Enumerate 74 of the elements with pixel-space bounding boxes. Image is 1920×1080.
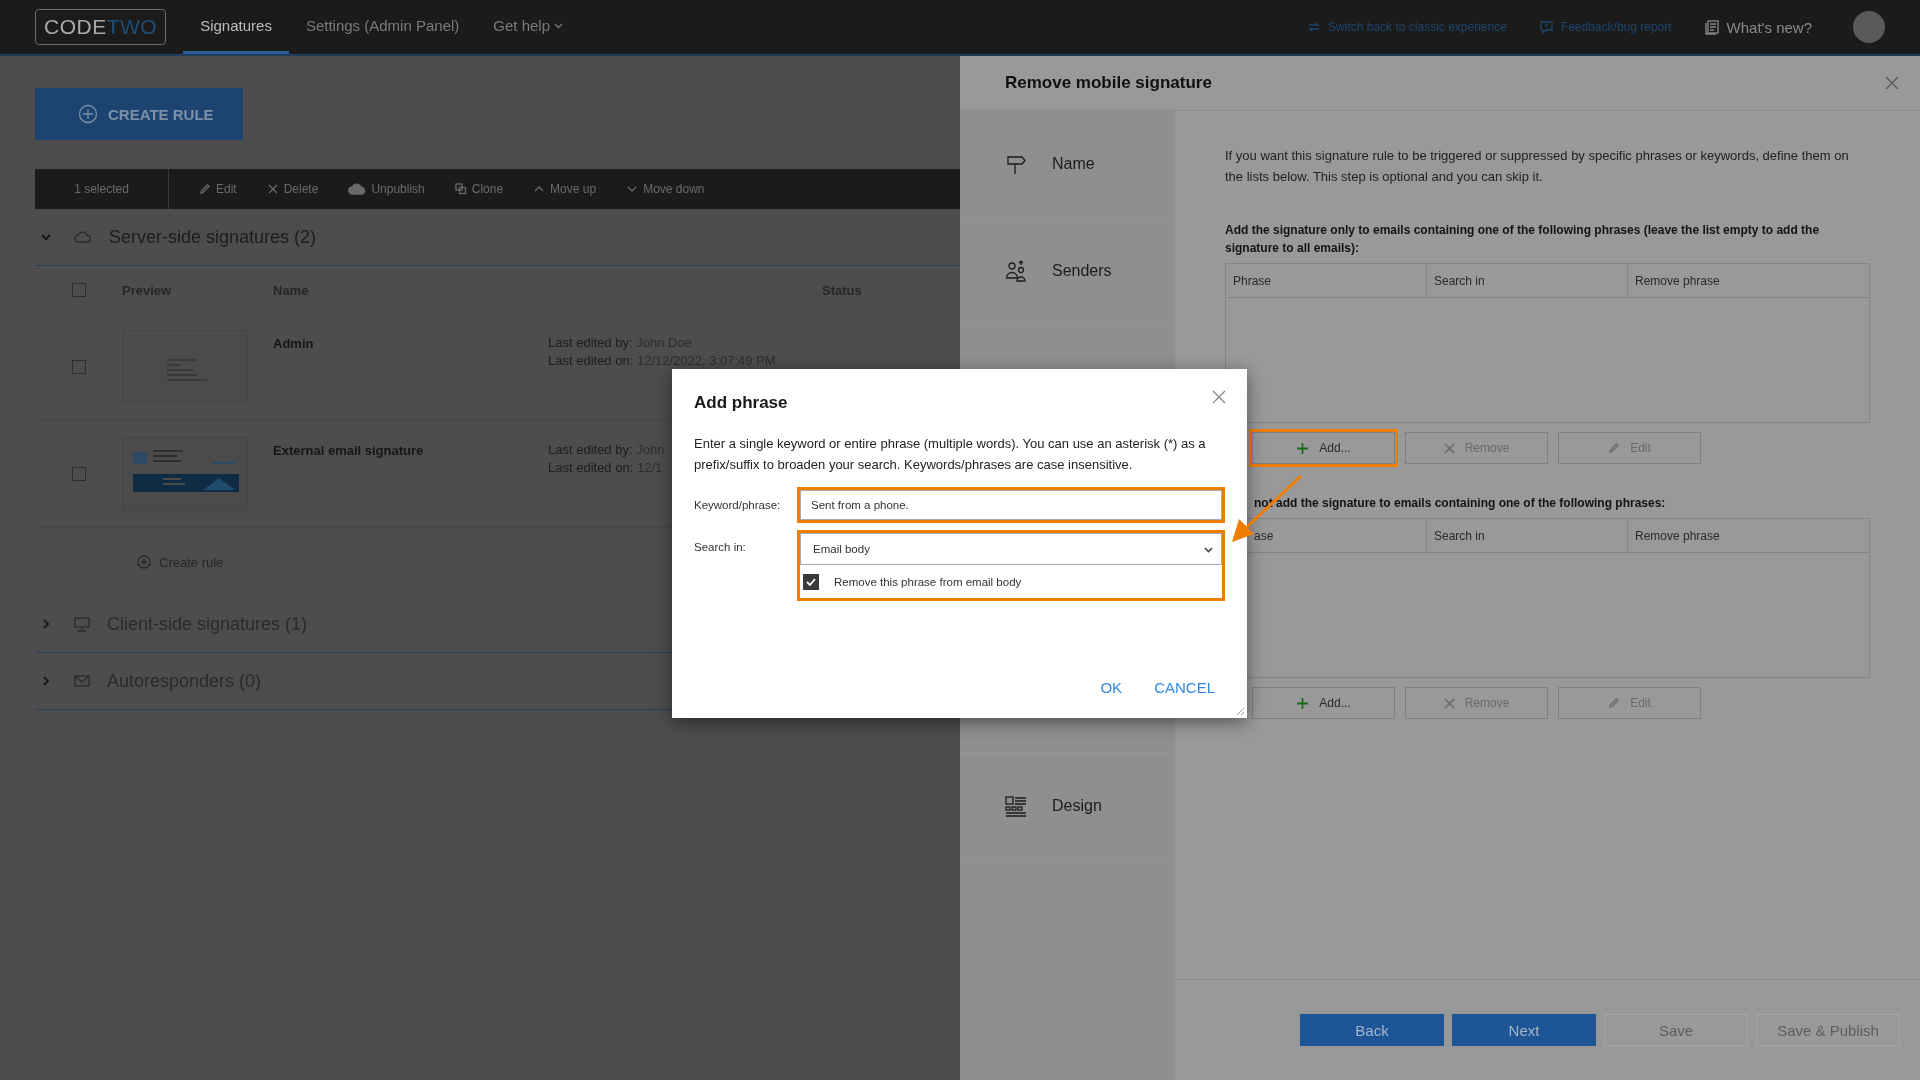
intro-text: If you want this signature rule to be triggered or suppressed by specific phrases or keywords, define them on the lists below. This step is optional and you can skip it. — [1225, 147, 1850, 186]
people-icon — [1005, 260, 1027, 282]
plus-circle-icon — [78, 104, 98, 124]
search-in-dropdown[interactable]: Email body — [800, 533, 1222, 565]
toolbar-button[interactable]: Edit — [199, 182, 237, 196]
speech-bubble-icon — [1539, 20, 1553, 34]
field-label: Search in: — [694, 541, 747, 553]
layout-icon — [1005, 795, 1027, 817]
plus-circle-icon — [137, 555, 151, 569]
envelope-icon — [74, 674, 90, 688]
field-label: Keyword/phrase: — [694, 499, 782, 511]
footer-button[interactable]: Back — [1300, 1014, 1444, 1046]
toolbar-button[interactable]: Unpublish — [348, 182, 425, 196]
footer-button[interactable]: Next — [1452, 1014, 1596, 1046]
monitor-icon — [74, 616, 90, 632]
wizard-step[interactable]: Senders — [960, 218, 1175, 325]
header-link[interactable]: Feedback/bug report — [1539, 20, 1672, 34]
selection-count: 1 selected — [35, 169, 169, 209]
column-header: Phrase — [1226, 264, 1427, 297]
chevron-down-icon — [554, 21, 563, 30]
keyword-field[interactable]: Sent from a phone. — [800, 490, 1222, 520]
plus-icon — [1296, 441, 1310, 455]
checkbox[interactable] — [71, 283, 86, 297]
logo[interactable]: CODETWO — [35, 9, 167, 45]
toolbar-button[interactable]: Move up — [533, 182, 597, 196]
column-header: Search in — [1427, 519, 1628, 552]
wizard-step[interactable]: Name — [960, 111, 1175, 218]
panel-title: Remove mobile signature — [1005, 73, 1212, 93]
close-icon — [1443, 697, 1455, 709]
checkbox-label: Remove this phrase from email body — [834, 575, 1022, 588]
dialog-title: Add phrase — [694, 393, 788, 413]
toolbar-button[interactable]: Clone — [454, 182, 504, 196]
list-heading: Add the signature only to emails containing one of the following phrases (leave the list empty to add the signature to all emails): — [1225, 222, 1821, 257]
checkbox[interactable] — [71, 360, 86, 374]
list-heading: not add the signature to emails containing one of the following phrases: — [1253, 495, 1667, 512]
chevron-right-icon — [40, 675, 52, 687]
signature-name: Admin — [273, 336, 315, 351]
toolbar-button[interactable]: Move down — [626, 182, 705, 196]
list-button[interactable]: Add... — [1252, 687, 1395, 719]
chevron-down-icon — [40, 231, 52, 243]
document-icon — [1704, 19, 1719, 35]
chevron-right-icon — [40, 618, 52, 630]
close-icon — [1443, 442, 1455, 454]
close-icon — [266, 183, 279, 195]
swap-icon — [1308, 21, 1321, 33]
pencil-icon — [1608, 442, 1621, 454]
pencil-icon — [199, 183, 211, 195]
signature-name: External email signature — [273, 443, 425, 458]
pencil-icon — [1608, 697, 1621, 709]
dialog-button[interactable]: OK — [1100, 679, 1123, 696]
column-header: Remove phrase — [1634, 527, 1721, 545]
nav-tab[interactable]: Get help — [476, 0, 580, 54]
create-rule-button[interactable]: CREATE RULE — [35, 88, 243, 140]
list-button[interactable]: Add... — [1252, 432, 1395, 464]
dialog-description: Enter a single keyword or entire phrase (multiple words). You can use an asterisk (*) as a prefix/suffix to broaden your search. Keywords/phrases are case insensitive. — [694, 435, 1207, 474]
dialog-button[interactable]: CANCEL — [1154, 679, 1215, 696]
checkbox[interactable] — [71, 467, 86, 481]
cloud-icon — [348, 183, 367, 195]
column-header: Search in — [1427, 264, 1628, 297]
nav-tab[interactable]: Settings (Admin Panel) — [288, 0, 477, 54]
header-link[interactable]: Switch back to classic experience — [1308, 20, 1507, 34]
avatar[interactable] — [1853, 11, 1885, 43]
chevron-down-icon — [1204, 544, 1213, 554]
wizard-step[interactable]: Design — [960, 753, 1175, 860]
toolbar-button[interactable]: Delete — [266, 182, 319, 196]
checkbox[interactable] — [803, 573, 819, 590]
signpost-icon — [1005, 153, 1027, 175]
plus-icon — [1296, 696, 1310, 710]
column-header: Remove phrase — [1634, 272, 1721, 290]
header-link[interactable]: What's new? — [1704, 18, 1812, 36]
resize-grip-icon — [1236, 707, 1245, 716]
nav-tab[interactable]: Signatures — [183, 0, 289, 54]
cloud-icon — [74, 231, 92, 243]
copy-icon — [454, 183, 467, 195]
